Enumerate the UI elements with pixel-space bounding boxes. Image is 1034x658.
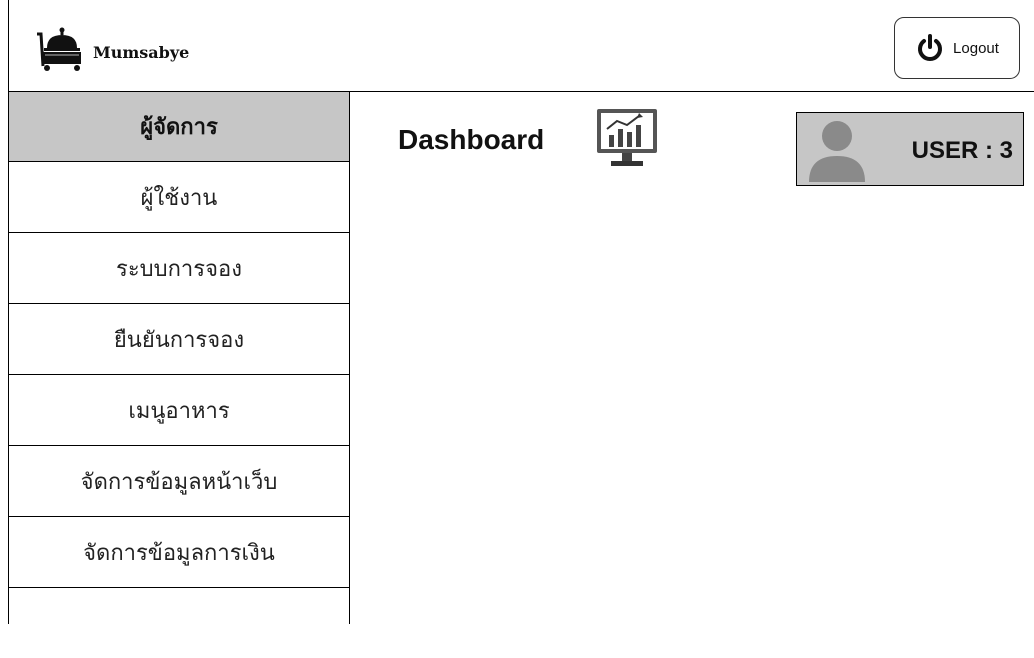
sidebar-item-confirm-booking[interactable]: ยืนยันการจอง	[9, 304, 349, 375]
sidebar-menu: ผู้จัดการ ผู้ใช้งาน ระบบการจอง ยืนยันการ…	[9, 92, 350, 624]
top-header: Mumsabye Logout	[9, 0, 1034, 92]
user-count-card: USER : 3	[796, 112, 1024, 186]
sidebar-title: ผู้จัดการ	[9, 92, 349, 162]
user-count-label: USER : 3	[911, 137, 1013, 164]
page-title: Dashboard	[398, 124, 545, 155]
sidebar-item-manage-finance[interactable]: จัดการข้อมูลการเงิน	[9, 517, 349, 588]
user-avatar-icon	[809, 121, 865, 182]
power-icon	[918, 34, 942, 61]
sidebar-item-food-menu[interactable]: เมนูอาหาร	[9, 375, 349, 446]
sidebar-item-empty[interactable]	[9, 588, 349, 658]
dashboard-monitor-chart-icon	[597, 109, 657, 166]
brand[interactable]: Mumsabye	[35, 26, 189, 72]
logout-button[interactable]: Logout	[894, 17, 1020, 79]
sidebar-item-manage-web-content[interactable]: จัดการข้อมูลหน้าเว็บ	[9, 446, 349, 517]
sidebar-item-booking-system[interactable]: ระบบการจอง	[9, 233, 349, 304]
sidebar-item-users[interactable]: ผู้ใช้งาน	[9, 162, 349, 233]
brand-name: Mumsabye	[93, 42, 190, 62]
logout-label: Logout	[953, 39, 999, 57]
hotel-bell-cart-icon	[37, 27, 81, 71]
